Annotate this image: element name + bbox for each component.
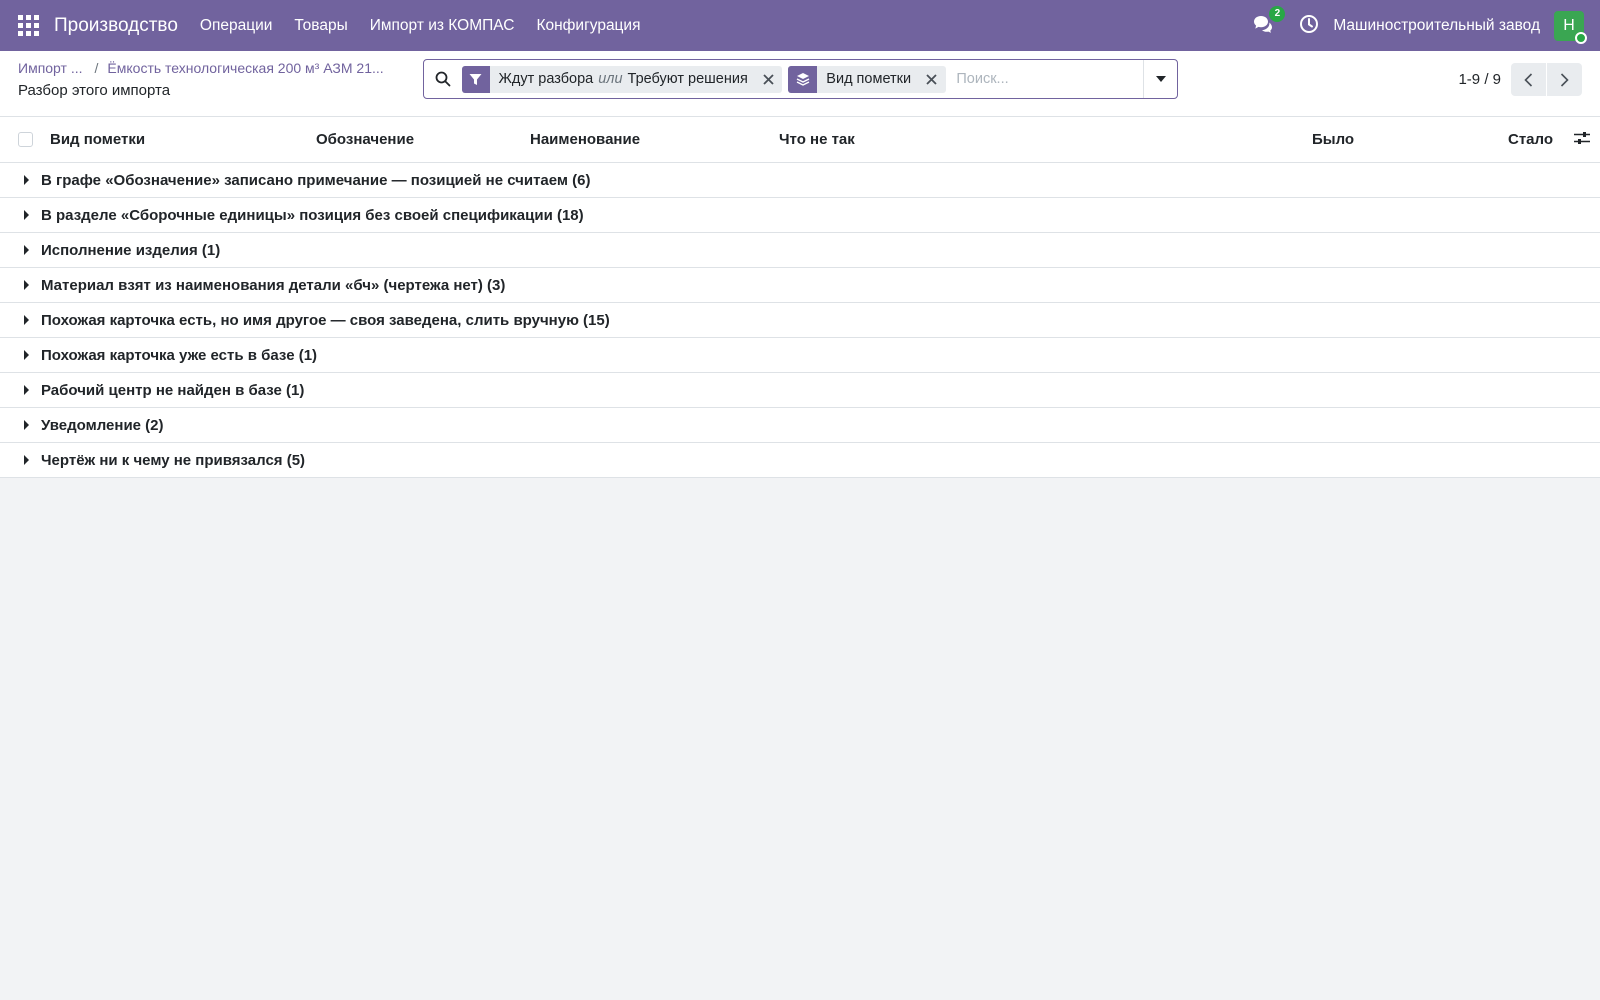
column-header-designation[interactable]: Обозначение	[316, 131, 414, 148]
messages-button[interactable]: 2	[1253, 5, 1286, 37]
chevron-left-icon	[1524, 72, 1533, 87]
breadcrumb-import[interactable]: Импорт ...	[18, 60, 83, 76]
group-row[interactable]: В разделе «Сборочные единицы» позиция бе…	[0, 198, 1600, 233]
search-options-toggle[interactable]	[1143, 60, 1177, 98]
group-row[interactable]: Похожая карточка есть, но имя другое — с…	[0, 303, 1600, 338]
pager-previous-button[interactable]	[1511, 63, 1546, 96]
group-row[interactable]: Чертёж ни к чему не привязался (5)	[0, 443, 1600, 478]
filter-facet-label: Ждут разбора или Требуют решения	[490, 71, 758, 87]
group-label: Исполнение изделия (1)	[41, 241, 221, 259]
pager-value[interactable]: 1-9 / 9	[1458, 71, 1501, 88]
group-label: Похожая карточка уже есть в базе (1)	[41, 346, 318, 364]
caret-right-icon	[24, 385, 29, 395]
search-input[interactable]	[952, 64, 1144, 94]
user-avatar[interactable]: Н	[1554, 10, 1587, 44]
group-label: Чертёж ни к чему не привязался (5)	[41, 451, 306, 469]
company-switcher[interactable]: Машиностроительный завод	[1333, 17, 1540, 35]
clock-icon	[1300, 14, 1319, 33]
menu-operations[interactable]: Операции	[200, 17, 273, 35]
page-title: Разбор этого импорта	[18, 82, 171, 99]
group-label: Похожая карточка есть, но имя другое — с…	[41, 311, 610, 329]
close-icon[interactable]	[921, 73, 942, 85]
group-row[interactable]: Уведомление (2)	[0, 408, 1600, 443]
groupby-facet: Вид пометки	[788, 65, 947, 93]
caret-right-icon	[24, 315, 29, 325]
top-navbar: Производство Операции Товары Импорт из К…	[0, 0, 1600, 51]
menu-products[interactable]: Товары	[294, 17, 347, 35]
caret-right-icon	[24, 175, 29, 185]
group-row[interactable]: В графе «Обозначение» записано примечани…	[0, 163, 1600, 198]
optional-columns-icon[interactable]	[1574, 131, 1590, 149]
group-row[interactable]: Похожая карточка уже есть в базе (1)	[0, 338, 1600, 373]
control-panel: Импорт ... / Ёмкость технологическая 200…	[0, 51, 1600, 117]
column-header-was[interactable]: Было	[1312, 131, 1354, 148]
menu-configuration[interactable]: Конфигурация	[536, 17, 640, 35]
group-label: Материал взят из наименования детали «бч…	[41, 276, 506, 294]
filter-value-2: Требуют решения	[627, 71, 748, 87]
group-label: В графе «Обозначение» записано примечани…	[41, 171, 591, 189]
select-all-checkbox[interactable]	[18, 132, 33, 147]
breadcrumb: Импорт ... / Ёмкость технологическая 200…	[18, 60, 384, 76]
caret-right-icon	[24, 245, 29, 255]
avatar-letter: Н	[1563, 16, 1575, 34]
column-header-issue[interactable]: Что не так	[779, 131, 855, 148]
online-status-dot	[1575, 31, 1587, 44]
breadcrumb-product[interactable]: Ёмкость технологическая 200 м³ АЗМ 21...	[107, 60, 383, 76]
filter-or-label: или	[598, 71, 623, 87]
group-label: Рабочий центр не найден в базе (1)	[41, 381, 305, 399]
column-header-became[interactable]: Стало	[1508, 131, 1553, 148]
group-row[interactable]: Исполнение изделия (1)	[0, 233, 1600, 268]
group-label: В разделе «Сборочные единицы» позиция бе…	[41, 206, 584, 224]
caret-right-icon	[24, 350, 29, 360]
list-view: Вид пометки Обозначение Наименование Что…	[0, 117, 1600, 478]
groupby-facet-label: Вид пометки	[826, 71, 912, 87]
activity-button[interactable]	[1299, 14, 1319, 38]
caret-down-icon	[1155, 76, 1166, 82]
close-icon[interactable]	[758, 73, 779, 85]
pager-next-button[interactable]	[1547, 63, 1582, 96]
apps-menu-icon[interactable]	[18, 14, 40, 37]
group-row[interactable]: Рабочий центр не найден в базе (1)	[0, 373, 1600, 408]
caret-right-icon	[24, 210, 29, 220]
breadcrumb-separator: /	[94, 60, 99, 76]
group-label: Уведомление (2)	[41, 416, 164, 434]
menu-kompas-import[interactable]: Импорт из КОМПАС	[370, 17, 515, 35]
chevron-right-icon	[1560, 72, 1569, 87]
caret-right-icon	[24, 455, 29, 465]
list-header: Вид пометки Обозначение Наименование Что…	[0, 117, 1600, 163]
filter-facet: Ждут разбора или Требуют решения	[461, 65, 783, 93]
group-row[interactable]: Материал взят из наименования детали «бч…	[0, 268, 1600, 303]
filter-icon	[461, 65, 490, 93]
caret-right-icon	[24, 420, 29, 430]
app-name[interactable]: Производство	[54, 15, 178, 37]
search-icon[interactable]	[424, 71, 462, 87]
column-header-note-type[interactable]: Вид пометки	[50, 131, 145, 148]
filter-value-1: Ждут разбора	[498, 71, 594, 87]
layers-icon	[788, 65, 818, 93]
chat-count-badge: 2	[1269, 5, 1286, 22]
pager: 1-9 / 9	[1458, 63, 1582, 96]
caret-right-icon	[24, 280, 29, 290]
column-header-name[interactable]: Наименование	[530, 131, 640, 148]
search-bar: Ждут разбора или Требуют решения Вид помет…	[423, 59, 1178, 99]
